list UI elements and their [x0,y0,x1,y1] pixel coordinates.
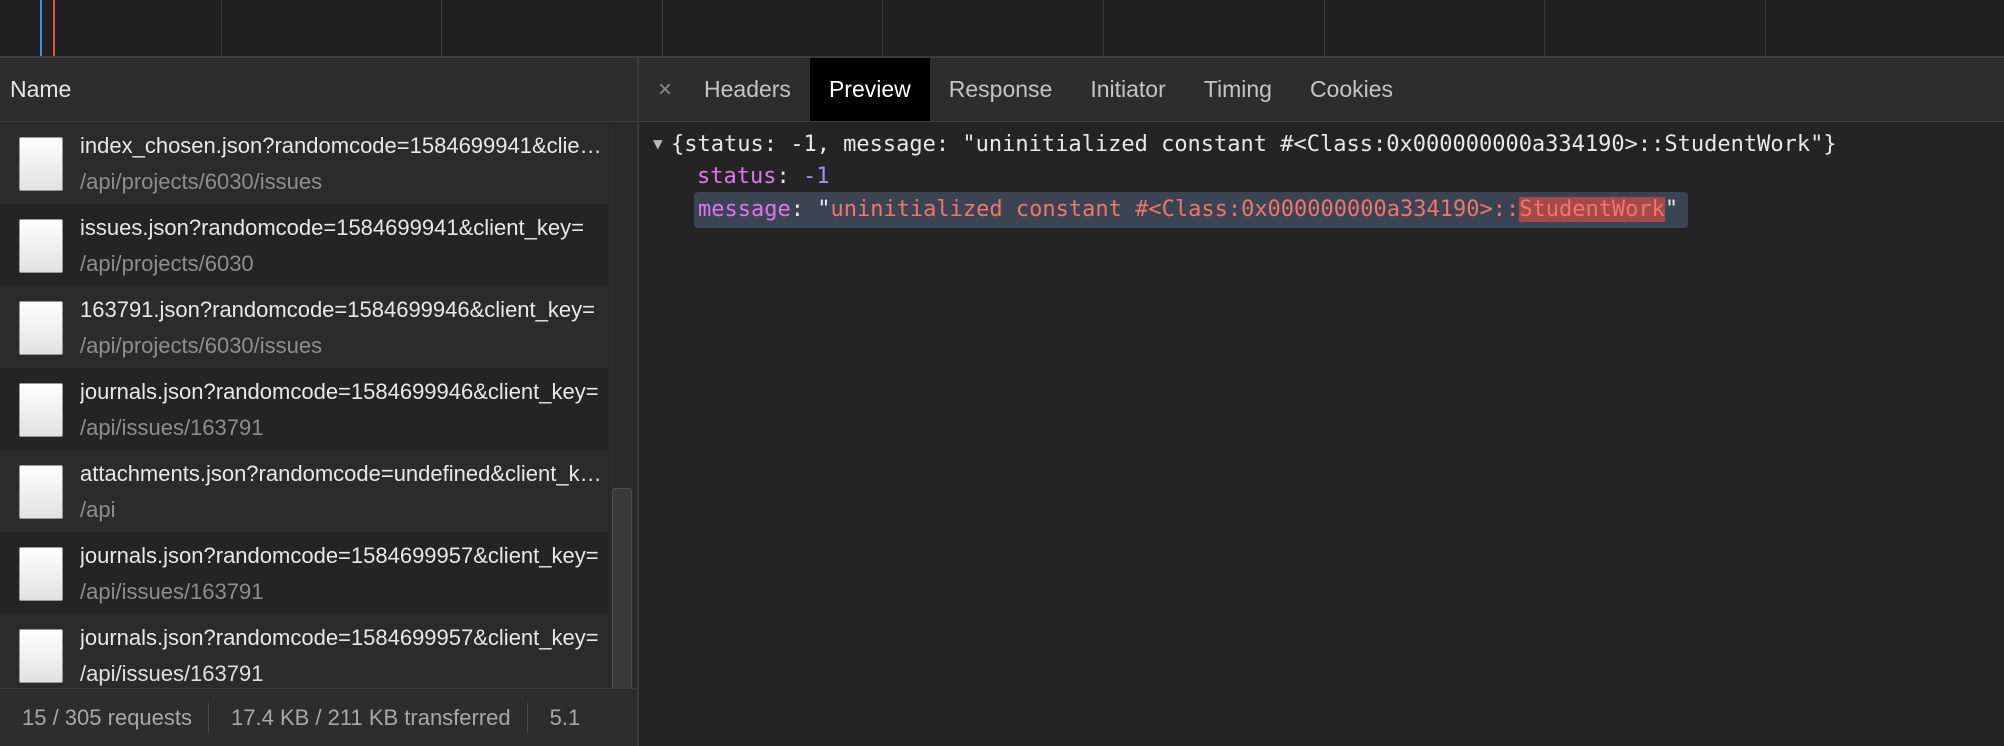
request-count: 15 / 305 requests [22,704,193,730]
request-path: /api/issues/163791 [80,579,264,604]
timeline-gridline [1544,0,1545,56]
document-icon [19,301,63,355]
colon: : [776,164,803,189]
request-name: 163791.json?randomcode=1584699946&client… [80,297,595,322]
request-row-selected[interactable]: journals.json?randomcode=1584699957&clie… [0,614,608,696]
property-value-number: -1 [802,164,830,189]
network-overview-timeline[interactable] [0,0,2004,58]
request-row[interactable]: journals.json?randomcode=1584699957&clie… [0,532,608,614]
request-path: /api/projects/6030 [80,251,254,276]
property-key: message [698,197,791,222]
request-list-scrollbar[interactable] [610,122,635,744]
request-path: /api [80,497,116,522]
quote: " [817,197,831,222]
tab-timing[interactable]: Timing [1185,58,1291,121]
request-row[interactable]: issues.json?randomcode=1584699941&client… [0,204,608,286]
request-name: index_chosen.json?randomcode=1584699941&… [80,133,608,158]
document-icon [19,383,63,437]
tab-cookies[interactable]: Cookies [1291,58,1412,121]
request-name: attachments.json?randomcode=undefined&cl… [80,461,608,486]
dom-content-loaded-marker [40,0,42,56]
timeline-gridline [882,0,883,56]
load-event-marker [53,0,55,56]
request-name: journals.json?randomcode=1584699957&clie… [80,543,599,568]
request-row[interactable]: 163791.json?randomcode=1584699946&client… [0,286,608,368]
colon: : [790,197,818,222]
name-column-label: Name [10,76,72,102]
request-path: /api/projects/6030/issues [80,169,323,194]
timeline-gridline [441,0,442,56]
document-icon [19,137,63,191]
request-list-panel: Name index_chosen.json?randomcode=158469… [0,58,639,746]
json-summary-text: {status: -1, message: "uninitialized con… [671,132,1837,157]
json-property-message-selected[interactable]: message: "uninitialized constant #<Class… [694,192,1689,228]
timeline-gridline [1765,0,1766,56]
tab-headers[interactable]: Headers [685,58,810,121]
property-value-string: uninitialized constant #<Class:0x0000000… [830,197,1520,222]
property-key: status [697,164,777,189]
document-icon [19,547,63,601]
timeline-gridline [221,0,222,56]
close-icon[interactable]: × [645,58,685,121]
tab-response[interactable]: Response [930,58,1072,121]
json-root-summary[interactable]: ▼ {status: -1, message: "uninitialized co… [653,132,1837,157]
document-icon [19,629,63,683]
detail-tabbar: × Headers Preview Response Initiator Tim… [639,58,2004,122]
document-icon [19,219,63,273]
transferred-size: 17.4 KB / 211 KB transferred [231,704,511,730]
timeline-gridline [1324,0,1325,56]
request-row[interactable]: index_chosen.json?randomcode=1584699941&… [0,122,608,204]
request-row[interactable]: attachments.json?randomcode=undefined&cl… [0,450,608,532]
request-name: issues.json?randomcode=1584699941&client… [80,215,584,240]
quote: " [1664,197,1679,222]
name-column-header[interactable]: Name [0,58,637,122]
json-property-status: status: -1 [697,164,829,189]
resources-size: 5.1 [549,704,581,730]
tab-preview[interactable]: Preview [809,58,930,121]
document-icon [19,465,63,519]
timeline-gridline [662,0,663,56]
request-list: index_chosen.json?randomcode=1584699941&… [0,122,608,745]
request-name: journals.json?randomcode=1584699946&clie… [80,379,599,404]
network-summary-bar: 15 / 305 requests 17.4 KB / 211 KB trans… [0,688,637,746]
request-name: journals.json?randomcode=1584699957&clie… [80,625,599,650]
request-path: /api/issues/163791 [80,661,264,686]
request-path: /api/issues/163791 [80,415,264,440]
timeline-gridline [1103,0,1104,56]
tab-initiator[interactable]: Initiator [1071,58,1184,121]
request-detail-panel: × Headers Preview Response Initiator Tim… [639,58,2004,746]
request-row[interactable]: journals.json?randomcode=1584699946&clie… [0,368,608,450]
search-highlight: StudentWork [1519,197,1665,222]
expand-triangle-icon[interactable]: ▼ [653,134,671,153]
request-path: /api/projects/6030/issues [80,333,323,358]
